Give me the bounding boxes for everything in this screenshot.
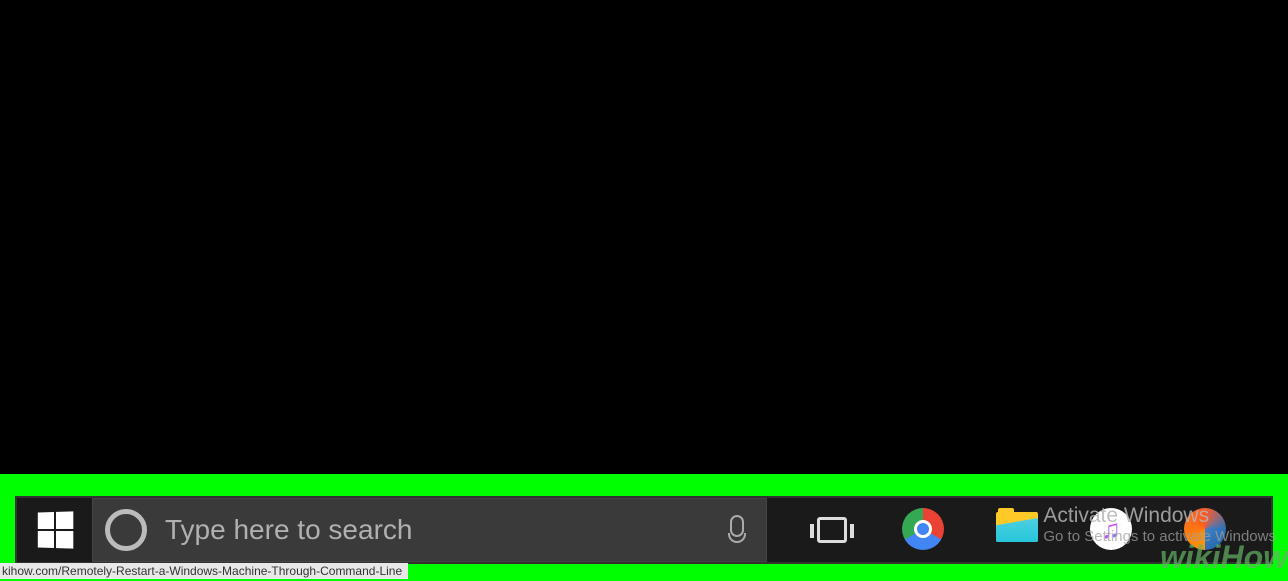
microphone-icon[interactable]	[728, 515, 746, 545]
music-note-icon: ♫	[1101, 514, 1121, 545]
taskbar: ♫	[15, 496, 1273, 564]
desktop-background[interactable]	[0, 0, 1288, 474]
search-input[interactable]	[165, 514, 728, 546]
pinned-apps: ♫	[902, 508, 1228, 552]
itunes-app-icon[interactable]: ♫	[1090, 508, 1134, 552]
cortana-icon[interactable]	[105, 509, 147, 551]
task-view-button[interactable]	[797, 498, 867, 562]
url-caption: kihow.com/Remotely-Restart-a-Windows-Mac…	[0, 563, 408, 579]
firefox-app-icon[interactable]	[1184, 508, 1228, 552]
search-box[interactable]	[92, 498, 767, 562]
taskbar-container: ♫	[15, 496, 1273, 564]
chrome-app-icon[interactable]	[902, 508, 946, 552]
task-view-icon	[817, 517, 847, 543]
windows-logo-icon	[37, 511, 72, 548]
highlight-border	[0, 474, 1288, 496]
start-button[interactable]	[17, 498, 92, 562]
file-explorer-app-icon[interactable]	[996, 508, 1040, 552]
